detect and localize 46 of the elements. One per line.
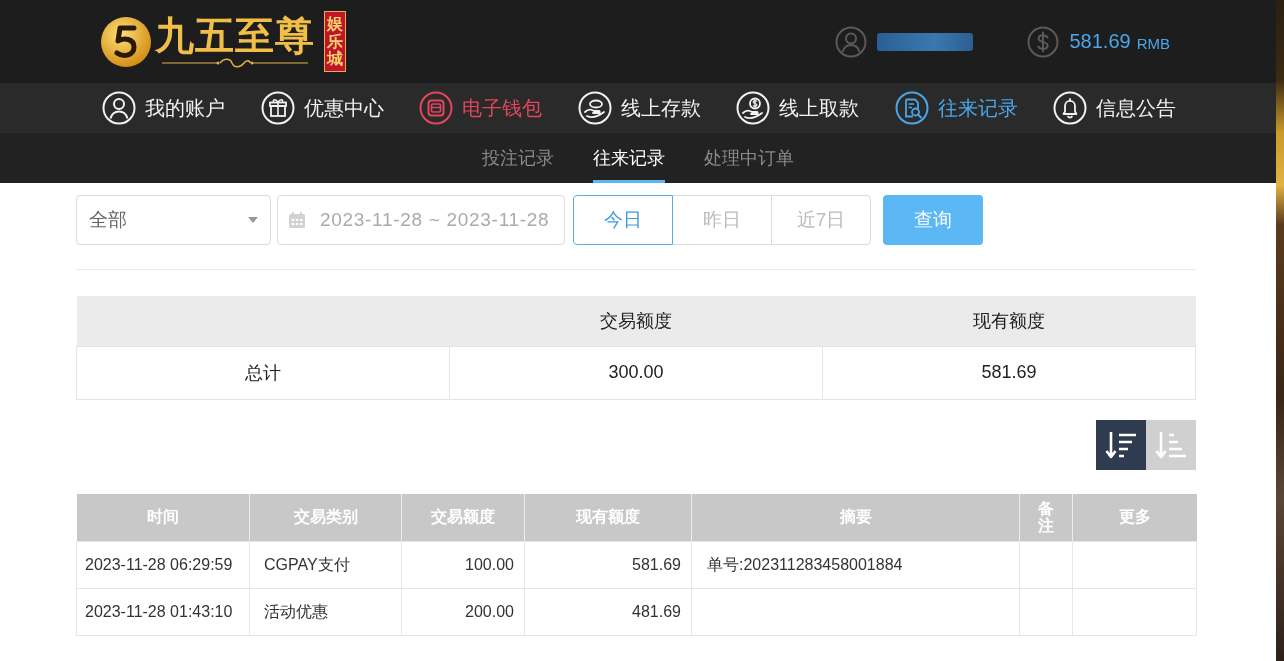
calendar-icon — [288, 211, 306, 229]
user-icon[interactable] — [835, 25, 868, 58]
ornament-icon — [160, 58, 310, 69]
balance-amount: 581.69 — [1069, 30, 1131, 53]
sort-button[interactable] — [1096, 419, 1146, 470]
sub-tab[interactable]: 处理中订单 — [704, 133, 794, 183]
table-cell: 581.69 — [822, 346, 1196, 399]
range-toggle[interactable]: 今日 — [573, 195, 673, 245]
sub-tab[interactable]: 往来记录 — [593, 133, 665, 183]
nav-item[interactable]: 优惠中心 — [260, 91, 384, 125]
hand-dollar-icon — [736, 91, 770, 125]
dollar-icon — [1027, 25, 1060, 58]
caret-icon — [248, 217, 258, 223]
nav-item[interactable]: 线上存款 — [577, 91, 701, 125]
table-cell: 单号:202311283458001884 — [691, 541, 1020, 589]
table-cell: 总计 — [76, 346, 450, 399]
table-cell: CGPAY支付 — [249, 541, 402, 589]
person-icon — [102, 91, 136, 125]
type-select[interactable]: 全部 — [76, 195, 271, 245]
bell-icon — [1053, 91, 1087, 125]
document-search-icon — [894, 91, 929, 125]
sort-descending-icon — [1105, 429, 1137, 460]
table-cell: 300.00 — [449, 346, 823, 399]
gift-icon — [260, 91, 295, 125]
column-header: 交易额度 — [449, 296, 823, 346]
logo-name: 九五至尊 — [155, 14, 315, 58]
nav-item[interactable]: 电子钱包 — [419, 91, 542, 125]
table-cell: 100.00 — [401, 541, 525, 589]
nav-item[interactable]: 往来记录 — [894, 91, 1018, 125]
nav-item[interactable]: 信息公告 — [1053, 91, 1176, 125]
table-cell: 活动优惠 — [249, 588, 402, 636]
sub-tab[interactable]: 投注记录 — [482, 133, 554, 183]
hand-coin-icon — [577, 91, 612, 125]
nav-item[interactable]: 我的账户 — [102, 91, 225, 125]
logo-tag: 娱乐城 — [324, 11, 346, 72]
column-header: 现有额度 — [822, 296, 1196, 346]
logo-emblem-icon — [100, 15, 152, 68]
table-cell: 2023-11-28 06:29:59 — [76, 541, 250, 589]
wallet-icon — [419, 91, 453, 125]
nav-item[interactable]: 线上取款 — [736, 91, 859, 125]
sort-ascending-icon — [1155, 429, 1187, 460]
table-cell: 2023-11-28 01:43:10 — [76, 588, 250, 636]
table-cell: 581.69 — [524, 541, 692, 589]
currency-label: RMB — [1136, 33, 1170, 52]
table-cell: 481.69 — [524, 588, 692, 636]
table-cell: 200.00 — [401, 588, 525, 636]
